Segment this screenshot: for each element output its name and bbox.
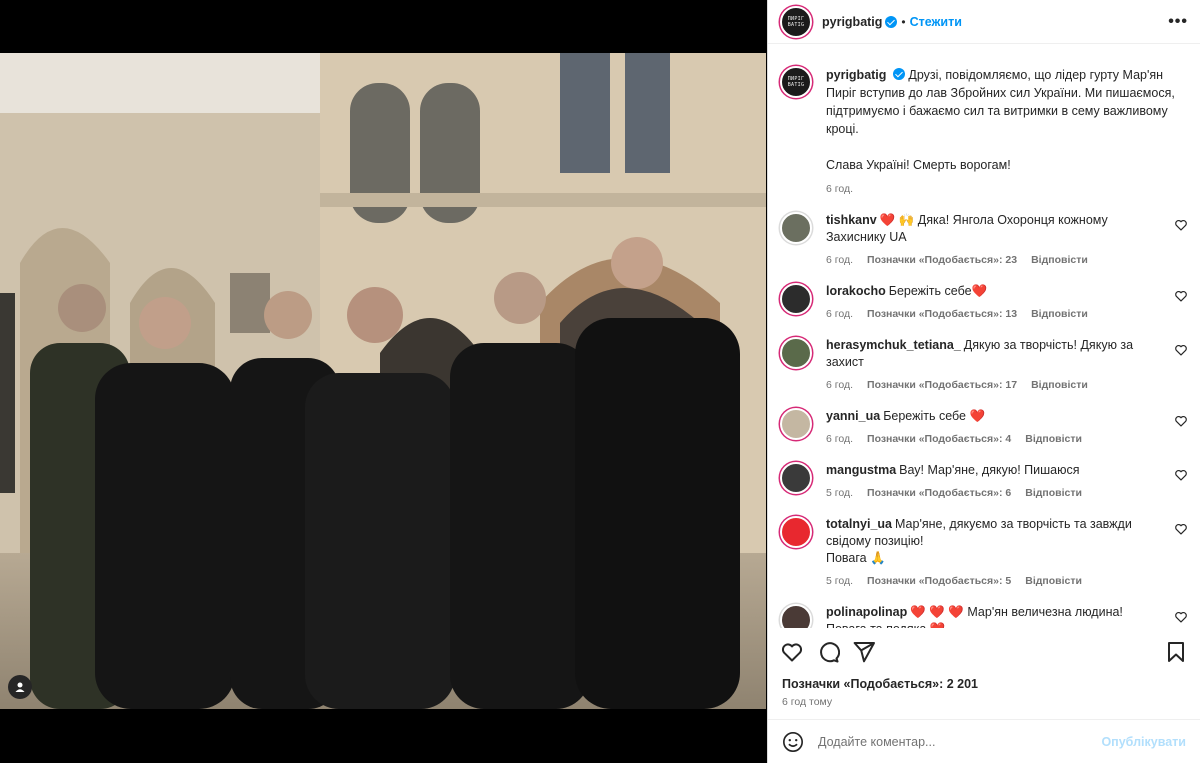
brand-logo: ПИРІГ BATIG <box>787 15 805 28</box>
comment-username[interactable]: polinapolinap <box>826 605 907 619</box>
comment-row: totalnyi_ua Мар'яне, дякуємо за творчість… <box>780 516 1188 590</box>
post-time[interactable]: 6 год тому <box>782 696 832 708</box>
reply-button[interactable]: Відповісти <box>1025 575 1082 587</box>
more-options-icon[interactable]: ••• <box>1168 13 1188 31</box>
avatar[interactable] <box>780 516 812 548</box>
reply-button[interactable]: Відповісти <box>1025 487 1082 499</box>
comment-time[interactable]: 6 год. <box>826 308 853 320</box>
comment-text: Бережіть себе ❤️ <box>883 409 986 423</box>
caption-username[interactable]: pyrigbatig <box>826 68 886 82</box>
author-username[interactable]: pyrigbatig <box>822 15 882 29</box>
reply-button[interactable]: Відповісти <box>1025 433 1082 445</box>
comment-like-icon[interactable] <box>1174 414 1188 428</box>
reply-button[interactable]: Відповісти <box>1031 308 1088 320</box>
reply-button[interactable]: Відповісти <box>1031 254 1088 266</box>
comment-likes[interactable]: Позначки «Подобається»: 23 <box>867 254 1017 266</box>
avatar[interactable] <box>780 462 812 494</box>
post-header: ПИРІГ BATIG pyrigbatig • Стежити ••• <box>768 0 1200 44</box>
save-bookmark-icon[interactable] <box>1164 640 1188 664</box>
verified-badge-icon <box>885 15 898 28</box>
comment-like-icon[interactable] <box>1174 343 1188 357</box>
comment-like-icon[interactable] <box>1174 522 1188 536</box>
comment-input[interactable]: Додайте коментар... <box>818 735 1101 749</box>
comment-row: tishkanv ❤️ 🙌 Дяка! Янгола Охоронця кожно… <box>780 212 1188 269</box>
post-modal: ПИРІГ BATIG pyrigbatig • Стежити ••• ПИР… <box>0 0 1200 763</box>
comment-row: lorakocho Бережіть себе❤️ 6 год. Позначки «… <box>780 283 1188 323</box>
comment-username[interactable]: totalnyi_ua <box>826 517 892 531</box>
comment-likes[interactable]: Позначки «Подобається»: 4 <box>867 433 1011 445</box>
avatar[interactable] <box>780 408 812 440</box>
comment-time[interactable]: 6 год. <box>826 254 853 266</box>
caption-time[interactable]: 6 год. <box>826 183 853 195</box>
avatar[interactable] <box>780 212 812 244</box>
comment-text: Вау! Мар'яне, дякую! Пишаюся <box>899 463 1080 477</box>
comment-time[interactable]: 5 год. <box>826 575 853 587</box>
avatar[interactable]: ПИРІГ BATIG <box>780 66 812 98</box>
comment-icon[interactable] <box>816 640 840 664</box>
comment-time[interactable]: 6 год. <box>826 379 853 391</box>
comment-username[interactable]: yanni_ua <box>826 409 880 423</box>
comment-likes[interactable]: Позначки «Подобається»: 6 <box>867 487 1011 499</box>
comment-likes[interactable]: Позначки «Подобається»: 17 <box>867 379 1017 391</box>
band-photo-image <box>0 53 766 709</box>
comment-likes[interactable]: Позначки «Подобається»: 5 <box>867 575 1011 587</box>
caption: ПИРІГ BATIG pyrigbatig Друзі, повідомляє… <box>780 45 1188 198</box>
comment-likes[interactable]: Позначки «Подобається»: 13 <box>867 308 1017 320</box>
caption-text-2: Слава Україні! Смерть ворогам! <box>826 158 1011 172</box>
avatar[interactable] <box>780 283 812 315</box>
avatar[interactable] <box>780 604 812 628</box>
comment-like-icon[interactable] <box>1174 218 1188 232</box>
comments-list[interactable]: ПИРІГ BATIG pyrigbatig Друзі, повідомляє… <box>768 45 1200 628</box>
tagged-people-button[interactable] <box>8 675 32 699</box>
comment-username[interactable]: mangustma <box>826 463 896 477</box>
post-photo[interactable] <box>0 53 766 709</box>
comment-text: Бережіть себе❤️ <box>888 284 988 298</box>
comment-time[interactable]: 6 год. <box>826 433 853 445</box>
separator-dot: • <box>901 14 906 29</box>
follow-button[interactable]: Стежити <box>910 15 962 29</box>
comment-username[interactable]: tishkanv <box>826 213 877 227</box>
reply-button[interactable]: Відповісти <box>1031 379 1088 391</box>
add-comment-bar: Додайте коментар... Опублікувати <box>768 719 1200 763</box>
comment-like-icon[interactable] <box>1174 468 1188 482</box>
verified-badge-icon <box>892 68 905 80</box>
post-side-panel: ПИРІГ BATIG pyrigbatig • Стежити ••• ПИР… <box>767 0 1200 763</box>
share-icon[interactable] <box>852 640 876 664</box>
comment-username[interactable]: herasymchuk_tetiana_ <box>826 338 961 352</box>
comment-row: yanni_ua Бережіть себе ❤️ 6 год. Позначки «… <box>780 408 1188 448</box>
action-bar <box>780 638 1188 666</box>
comment-row: herasymchuk_tetiana_ Дякую за творчість! … <box>780 337 1188 394</box>
comment-time[interactable]: 5 год. <box>826 487 853 499</box>
user-icon <box>15 682 25 692</box>
comment-like-icon[interactable] <box>1174 610 1188 624</box>
emoji-icon[interactable] <box>782 731 804 753</box>
post-comment-button[interactable]: Опублікувати <box>1101 735 1186 749</box>
comment-username[interactable]: lorakocho <box>826 284 886 298</box>
like-heart-icon[interactable] <box>780 640 804 664</box>
comment-row: mangustma Вау! Мар'яне, дякую! Пишаюся 5 г… <box>780 462 1188 502</box>
avatar[interactable]: ПИРІГ BATIG <box>780 5 812 38</box>
comment-row: polinapolinap ❤️ ❤️ ❤️ Мар'ян величезна л… <box>780 604 1188 628</box>
brand-logo: ПИРІГ BATIG <box>787 76 805 88</box>
likes-count[interactable]: Позначки «Подобається»: 2 201 <box>782 677 978 691</box>
avatar[interactable] <box>780 337 812 369</box>
comment-like-icon[interactable] <box>1174 289 1188 303</box>
